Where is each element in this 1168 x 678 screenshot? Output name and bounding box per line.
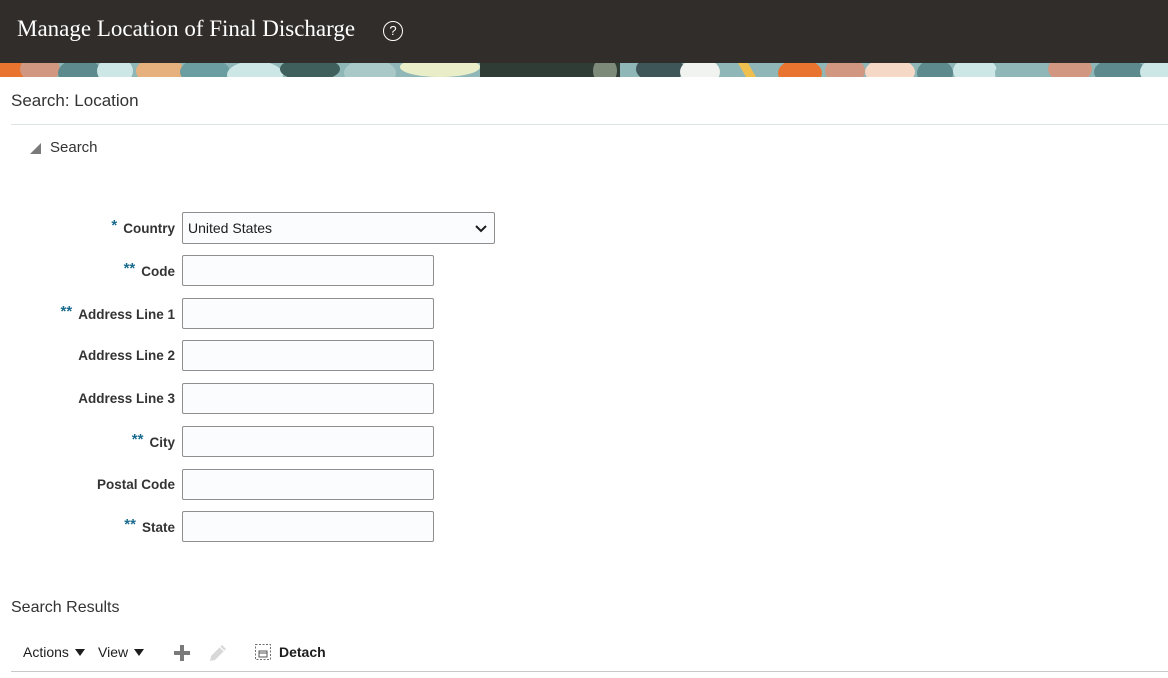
- address-line-2-input[interactable]: [182, 340, 434, 371]
- add-button[interactable]: [173, 644, 191, 662]
- city-input[interactable]: [182, 426, 434, 457]
- country-select[interactable]: United States: [182, 212, 495, 244]
- city-label: ** City: [131, 431, 175, 450]
- required-marker: **: [131, 431, 144, 448]
- address-line-2-label: Address Line 2: [78, 348, 175, 363]
- address-line-3-input[interactable]: [182, 383, 434, 414]
- country-label: * Country: [111, 217, 175, 236]
- pencil-icon: [210, 645, 226, 661]
- required-marker: **: [123, 260, 136, 277]
- section-divider: [11, 124, 1168, 125]
- view-menu-button[interactable]: View: [98, 644, 145, 660]
- banner-pattern: [0, 63, 1168, 77]
- required-marker: **: [60, 303, 73, 320]
- required-marker: **: [124, 516, 136, 533]
- state-input[interactable]: [182, 511, 434, 542]
- chevron-down-icon: [475, 225, 487, 233]
- caret-down-icon: [134, 648, 145, 656]
- postal-code-label: Postal Code: [96, 477, 175, 492]
- postal-code-row: Postal Code: [0, 469, 520, 501]
- code-row: ** Code: [0, 255, 520, 287]
- address-line-1-row: ** Address Line 1: [0, 298, 520, 330]
- code-input[interactable]: [182, 255, 434, 286]
- address-line-3-label: Address Line 3: [78, 391, 175, 406]
- search-section-title: Search: Location: [11, 91, 139, 110]
- address-line-1-input[interactable]: [182, 298, 434, 329]
- city-row: ** City: [0, 426, 520, 458]
- toolbar-divider: [11, 671, 1168, 672]
- required-marker: *: [111, 217, 118, 234]
- detach-icon: [255, 644, 271, 660]
- address-line-1-label: ** Address Line 1: [60, 303, 175, 322]
- actions-menu-label: Actions: [23, 644, 69, 660]
- search-toggle-label: Search: [50, 138, 98, 156]
- country-select-value: United States: [188, 220, 273, 236]
- search-disclosure-toggle[interactable]: Search: [30, 137, 98, 157]
- decorative-banner: [0, 63, 1168, 77]
- state-row: ** State: [0, 511, 520, 543]
- state-label: ** State: [124, 516, 175, 535]
- caret-down-icon: [74, 648, 85, 656]
- plus-icon: [174, 645, 190, 661]
- page-title: Manage Location of Final Discharge: [17, 16, 356, 41]
- help-circle-icon[interactable]: ?: [383, 21, 403, 41]
- disclosure-triangle-icon: [30, 142, 41, 154]
- search-results-title: Search Results: [11, 599, 120, 616]
- code-label: ** Code: [123, 260, 175, 279]
- address-line-3-row: Address Line 3: [0, 383, 520, 415]
- results-toolbar: Actions View Detach: [0, 640, 1168, 672]
- page-header: Manage Location of Final Discharge ?: [0, 0, 1168, 63]
- address-line-2-row: Address Line 2: [0, 340, 520, 372]
- detach-button[interactable]: Detach: [254, 643, 326, 661]
- view-menu-label: View: [98, 644, 129, 660]
- actions-menu-button[interactable]: Actions: [23, 644, 85, 660]
- country-row: * Country United States: [0, 212, 520, 244]
- postal-code-input[interactable]: [182, 469, 434, 500]
- detach-label: Detach: [279, 644, 326, 660]
- edit-button[interactable]: [208, 643, 228, 663]
